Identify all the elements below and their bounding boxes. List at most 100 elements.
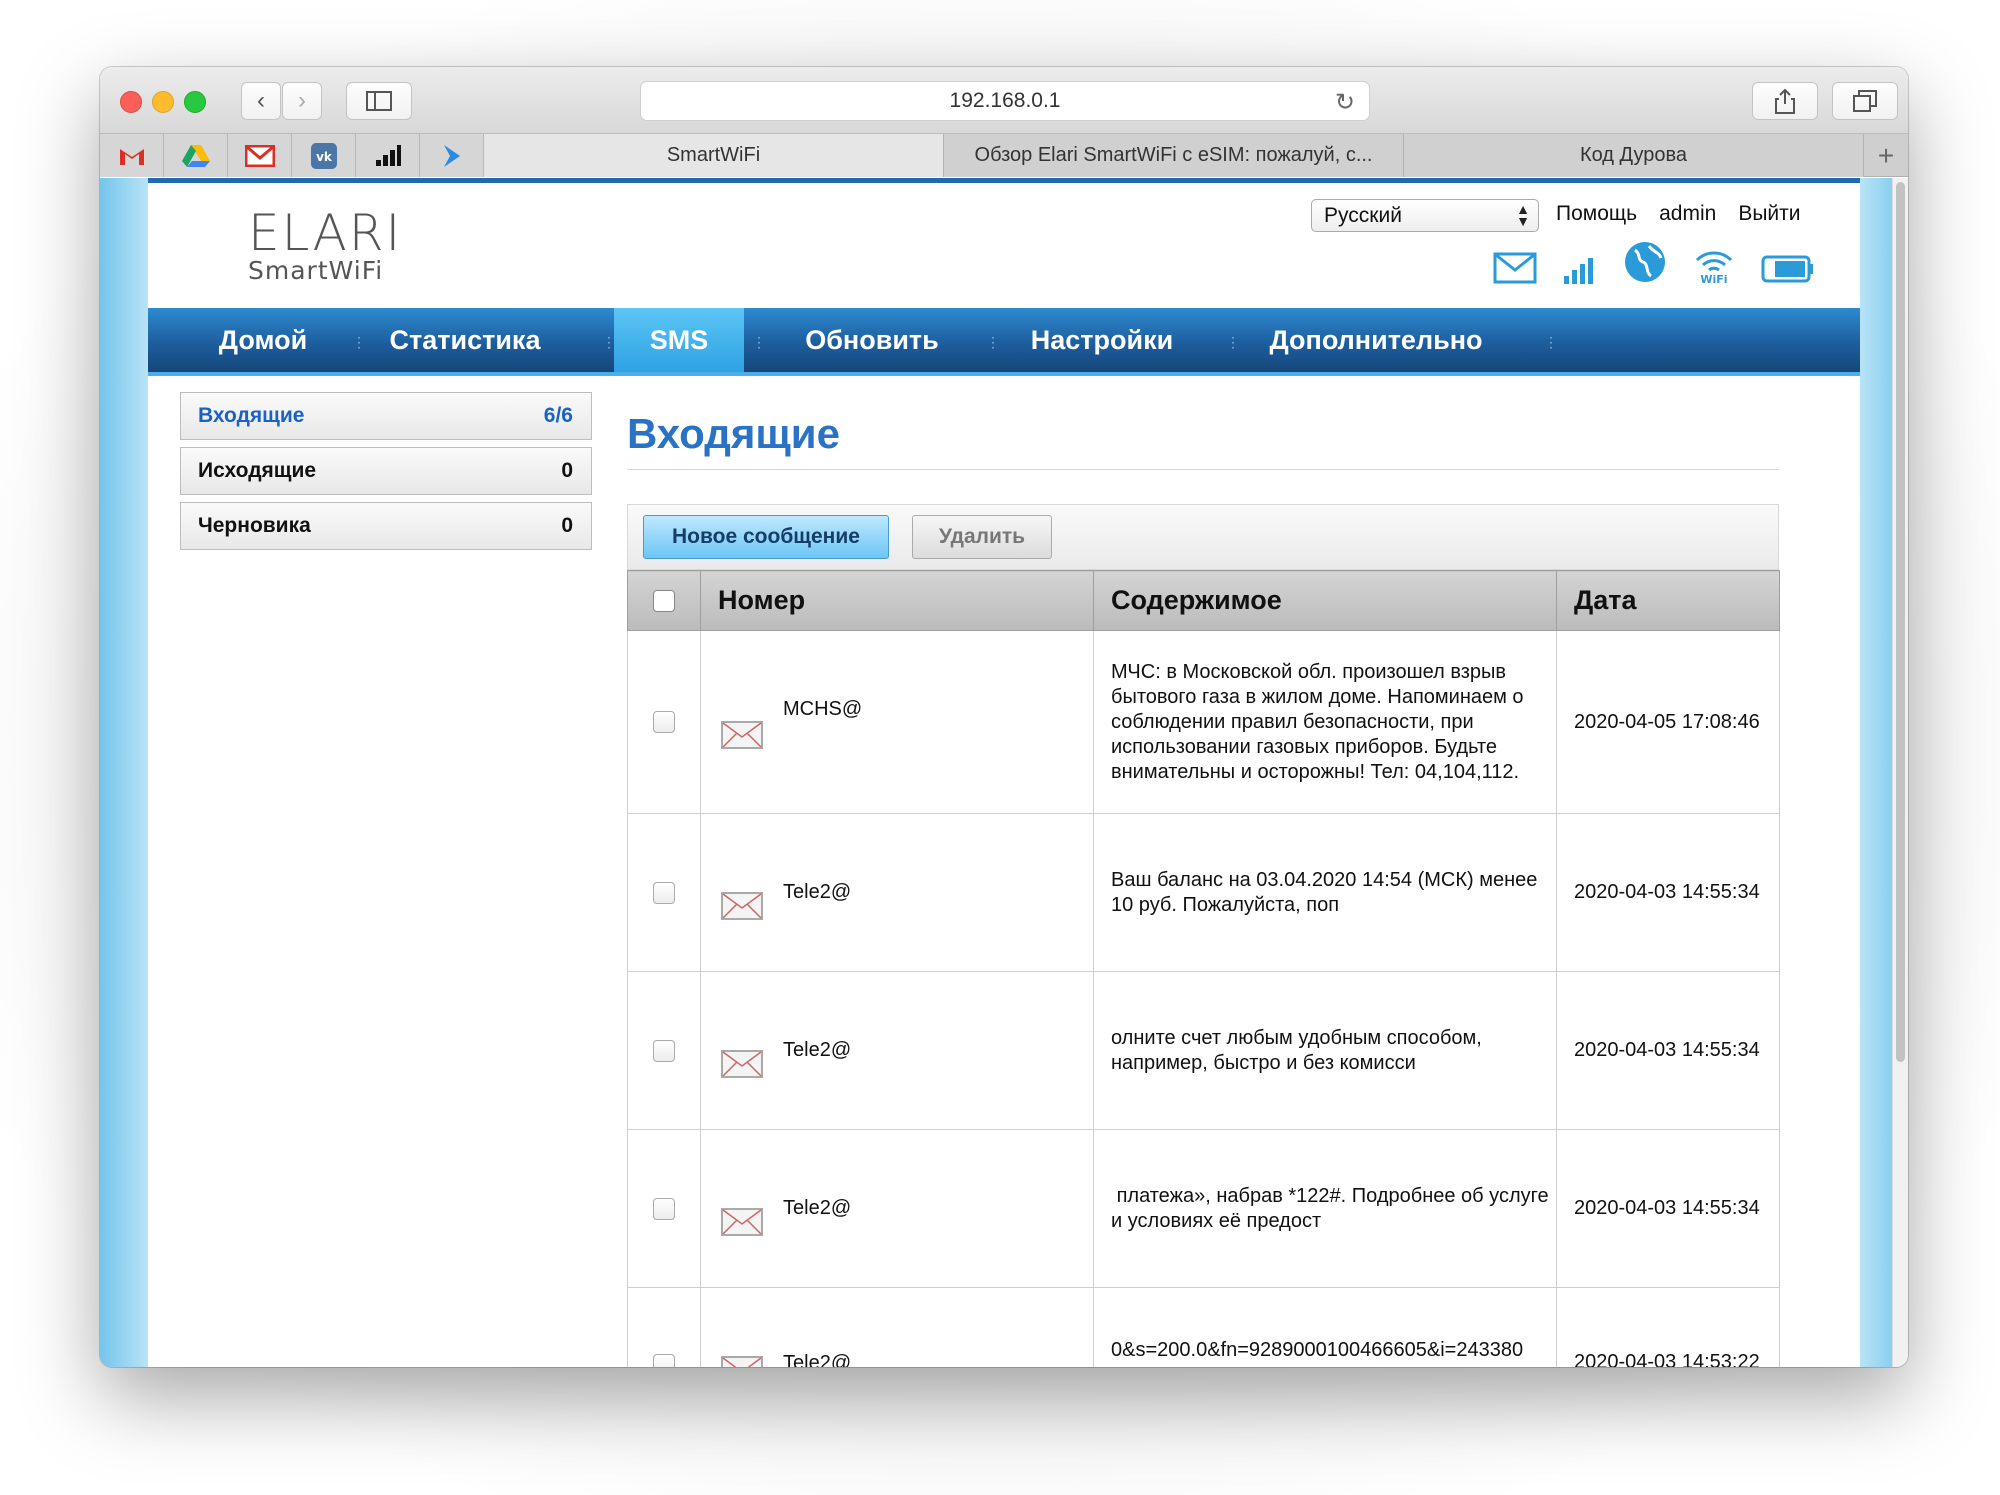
- web-viewport: ELARI SmartWiFi Русский ▲ ▼ Помощь admin …: [100, 178, 1908, 1367]
- vk-icon: vk: [310, 142, 337, 169]
- sender-number: Tele2@: [783, 881, 852, 903]
- top-accent-line: [148, 178, 1860, 183]
- message-date: 2020-04-03 14:55:34: [1556, 1129, 1780, 1288]
- sender-number: Tele2@: [783, 1197, 852, 1219]
- row-checkbox[interactable]: [653, 881, 675, 904]
- nav-sms[interactable]: SMS: [614, 308, 744, 372]
- message-date: 2020-04-05 17:08:46: [1556, 630, 1780, 814]
- table-row[interactable]: Tele2@ 0&s=200.0&fn=9289000100466605&i=2…: [627, 1287, 1780, 1367]
- delete-button[interactable]: Удалить: [912, 515, 1052, 559]
- sidebar-item-drafts[interactable]: Черновика 0: [180, 502, 592, 550]
- row-checkbox[interactable]: [653, 1039, 675, 1062]
- signal-bars-icon: [375, 144, 401, 166]
- bookmark-signal[interactable]: [356, 134, 420, 177]
- row-checkbox[interactable]: [653, 1197, 675, 1220]
- bookmark-gmail[interactable]: [100, 134, 164, 177]
- table-row[interactable]: MCHS@ МЧС: в Московской обл. произошел в…: [627, 630, 1780, 814]
- select-all-header: [627, 570, 701, 631]
- nav-update[interactable]: Обновить: [762, 308, 982, 372]
- bookmark-drive[interactable]: [164, 134, 228, 177]
- bookmark-prompt[interactable]: [420, 134, 484, 177]
- message-content: МЧС: в Московской обл. произошел взрыв б…: [1093, 630, 1557, 814]
- column-number[interactable]: Номер: [700, 570, 1094, 631]
- messages-table: Номер Содержимое Дата MCHS@ МЧС: в Моско…: [627, 570, 1780, 1367]
- bookmark-mail[interactable]: [228, 134, 292, 177]
- table-row[interactable]: Tele2@ олните счет любым удобным способо…: [627, 971, 1780, 1130]
- svg-text:WiFi: WiFi: [1700, 273, 1727, 284]
- select-all-checkbox[interactable]: [653, 589, 675, 612]
- column-content[interactable]: Содержимое: [1093, 570, 1557, 631]
- close-window-button[interactable]: [120, 91, 142, 113]
- zoom-window-button[interactable]: [184, 91, 206, 113]
- select-arrows-icon: ▲ ▼: [1516, 201, 1530, 229]
- message-content: платежа», набрав *122#. Подробнее об усл…: [1093, 1129, 1557, 1288]
- message-date: 2020-04-03 14:55:34: [1556, 971, 1780, 1130]
- envelope-icon: [721, 1356, 763, 1367]
- column-date[interactable]: Дата: [1556, 570, 1780, 631]
- browser-toolbar: ‹ › 192.168.0.1 ↻: [100, 67, 1908, 134]
- user-label: admin: [1659, 202, 1717, 225]
- battery-icon: [1761, 240, 1815, 284]
- row-checkbox[interactable]: [653, 1354, 675, 1367]
- tab-review[interactable]: Обзор Elari SmartWiFi с eSIM: пожалуй, с…: [944, 134, 1404, 177]
- share-icon: [1775, 88, 1795, 114]
- row-checkbox[interactable]: [653, 711, 675, 733]
- language-select[interactable]: Русский ▲ ▼: [1311, 199, 1539, 232]
- table-row[interactable]: Tele2@ Ваш баланс на 03.04.2020 14:54 (М…: [627, 813, 1780, 972]
- forward-button[interactable]: ›: [282, 82, 322, 120]
- envelope-icon: [721, 1207, 763, 1236]
- nav-advanced[interactable]: Дополнительно: [1236, 308, 1516, 372]
- svg-text:vk: vk: [316, 150, 333, 164]
- new-message-button[interactable]: Новое сообщение: [643, 515, 889, 559]
- table-row[interactable]: Tele2@ платежа», набрав *122#. Подробнее…: [627, 1129, 1780, 1288]
- elari-logo: ELARI SmartWiFi: [248, 204, 403, 285]
- sms-status-icon[interactable]: [1493, 240, 1537, 284]
- inbox-count: 6/6: [543, 404, 573, 427]
- wifi-status-icon: WiFi: [1693, 240, 1735, 284]
- outbox-count: 0: [561, 459, 573, 482]
- drafts-count: 0: [561, 514, 573, 537]
- number-cell: Tele2@: [700, 1129, 1094, 1288]
- tab-overview-button[interactable]: [1832, 82, 1898, 120]
- sender-number: Tele2@: [783, 1039, 852, 1061]
- tab-durov[interactable]: Код Дурова: [1404, 134, 1864, 177]
- number-cell: Tele2@: [700, 813, 1094, 972]
- back-button[interactable]: ‹: [241, 82, 281, 120]
- status-icons: WiFi: [1493, 240, 1815, 284]
- address-bar[interactable]: 192.168.0.1 ↻: [640, 81, 1370, 121]
- sender-number: MCHS@: [783, 697, 863, 720]
- sidebar-icon: [366, 91, 392, 111]
- reload-icon[interactable]: ↻: [1335, 88, 1355, 117]
- bookmark-vk[interactable]: vk: [292, 134, 356, 177]
- scrollbar-thumb[interactable]: [1896, 182, 1905, 1062]
- sidebar-item-inbox[interactable]: Входящие 6/6: [180, 392, 592, 440]
- logout-link[interactable]: Выйти: [1738, 202, 1800, 226]
- table-header: Номер Содержимое Дата: [627, 570, 1780, 631]
- new-tab-button[interactable]: +: [1864, 134, 1908, 177]
- share-button[interactable]: [1752, 82, 1818, 120]
- sms-folder-menu: Входящие 6/6 Исходящие 0 Черновика 0: [180, 392, 592, 557]
- page-side-left: [100, 178, 148, 1367]
- page-title: Входящие: [627, 410, 840, 457]
- page-scrollbar[interactable]: [1892, 178, 1908, 1367]
- row-checkbox-cell: [627, 971, 701, 1130]
- nav-home[interactable]: Домой: [178, 308, 348, 372]
- nav-settings[interactable]: Настройки: [996, 308, 1208, 372]
- help-link[interactable]: Помощь: [1556, 202, 1637, 226]
- minimize-window-button[interactable]: [152, 91, 174, 113]
- row-checkbox-cell: [627, 1129, 701, 1288]
- nav-statistics[interactable]: Статистика: [362, 308, 568, 372]
- gmail-icon: [119, 148, 144, 165]
- row-checkbox-cell: [627, 630, 701, 814]
- message-date: 2020-04-03 14:55:34: [1556, 813, 1780, 972]
- signal-strength-icon: [1563, 240, 1597, 284]
- sidebar-item-outbox[interactable]: Исходящие 0: [180, 447, 592, 495]
- sidebar-toggle-button[interactable]: [346, 82, 412, 120]
- mail-icon: [244, 144, 275, 167]
- nav-separator: ⋮: [1544, 334, 1558, 350]
- tab-smartwifi[interactable]: SmartWiFi: [484, 134, 944, 177]
- message-content: 0&s=200.0&fn=9289000100466605&i=243380: [1093, 1287, 1557, 1367]
- browser-window: ‹ › 192.168.0.1 ↻ vk SmartWiFi Обзор Ela…: [100, 67, 1908, 1367]
- tab-bar: vk SmartWiFi Обзор Elari SmartWiFi с eSI…: [100, 134, 1908, 177]
- number-cell: MCHS@: [700, 630, 1094, 814]
